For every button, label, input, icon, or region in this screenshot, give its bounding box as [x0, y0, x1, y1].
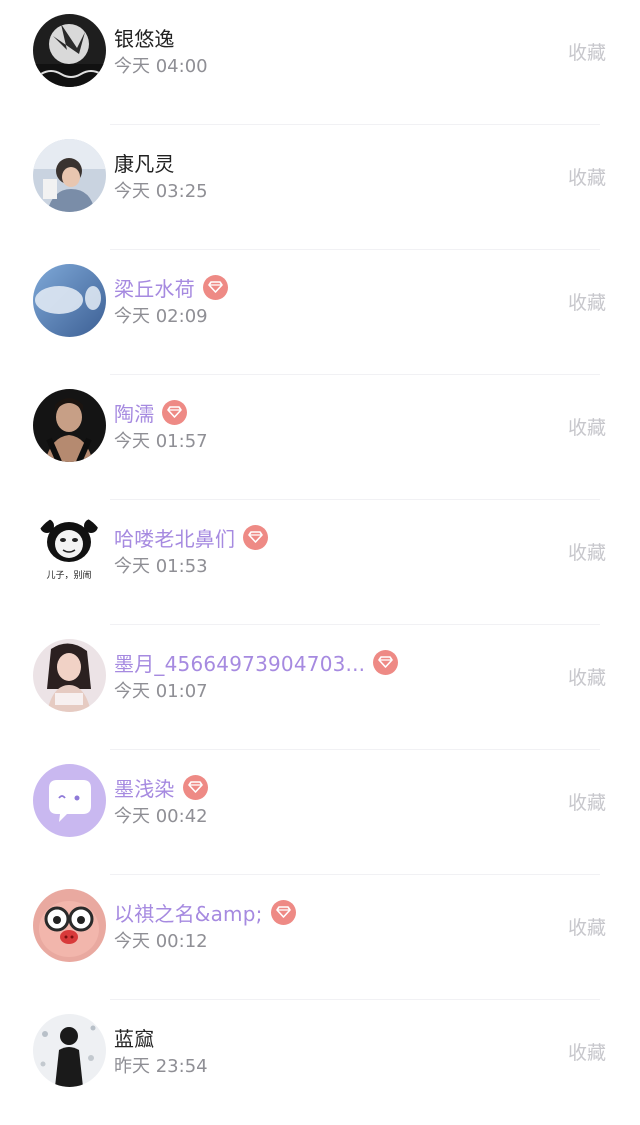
timestamp: 今天 01:07: [114, 681, 208, 702]
list-item[interactable]: 银悠逸 今天 04:00 收藏: [0, 0, 640, 125]
user-avatar[interactable]: [33, 764, 106, 837]
favorite-button[interactable]: 收藏: [568, 38, 606, 65]
list-item[interactable]: 儿子，别闹 哈喽老北鼻们 今天 01:53 收藏: [0, 500, 640, 625]
user-name: 蓝窳: [114, 1026, 155, 1051]
timestamp: 今天 00:42: [114, 806, 208, 827]
name-line: 蓝窳: [114, 1022, 154, 1052]
timestamp: 今天 01:53: [114, 556, 208, 577]
timestamp: 今天 03:25: [114, 181, 208, 202]
timestamp: 昨天 23:54: [114, 1056, 208, 1077]
name-line: 墨浅染: [114, 772, 208, 802]
diamond-icon: [270, 899, 296, 925]
name-line: 银悠逸: [114, 22, 175, 52]
user-name: 哈喽老北鼻们: [114, 526, 236, 551]
list-item[interactable]: 康凡灵 今天 03:25 收藏: [0, 125, 640, 250]
timestamp: 今天 01:57: [114, 431, 208, 452]
user-avatar[interactable]: [33, 889, 106, 962]
favorite-button[interactable]: 收藏: [568, 413, 606, 440]
favorite-button[interactable]: 收藏: [568, 538, 606, 565]
diamond-icon: [182, 774, 208, 800]
list-item[interactable]: 墨月_45664973904703... 今天 01:07 收藏: [0, 625, 640, 750]
user-name: 以祺之名&amp;: [114, 901, 263, 926]
user-name: 墨浅染: [114, 776, 175, 801]
user-avatar[interactable]: [33, 389, 106, 462]
name-line: 墨月_45664973904703...: [114, 647, 399, 677]
timestamp: 今天 04:00: [114, 56, 208, 77]
diamond-icon: [243, 524, 269, 550]
timestamp: 今天 00:12: [114, 931, 208, 952]
list-item[interactable]: 以祺之名&amp; 今天 00:12 收藏: [0, 875, 640, 1000]
favorite-button[interactable]: 收藏: [568, 663, 606, 690]
user-avatar[interactable]: [33, 639, 106, 712]
user-name: 墨月_45664973904703...: [114, 651, 366, 676]
list-item[interactable]: 陶濡 今天 01:57 收藏: [0, 375, 640, 500]
user-avatar[interactable]: [33, 264, 106, 337]
user-avatar[interactable]: 儿子，别闹: [33, 514, 106, 587]
name-line: 陶濡: [114, 397, 188, 427]
favorite-button[interactable]: 收藏: [568, 1038, 606, 1065]
name-line: 以祺之名&amp;: [114, 897, 296, 927]
user-list: 银悠逸 今天 04:00 收藏 康凡灵 今天 03:25 收藏 梁丘水荷 今天 …: [0, 0, 640, 1125]
list-item[interactable]: 墨浅染 今天 00:42 收藏: [0, 750, 640, 875]
name-line: 康凡灵: [114, 147, 175, 177]
favorite-button[interactable]: 收藏: [568, 163, 606, 190]
list-item[interactable]: 梁丘水荷 今天 02:09 收藏: [0, 250, 640, 375]
user-avatar[interactable]: [33, 14, 106, 87]
user-name: 梁丘水荷: [114, 276, 195, 301]
name-line: 梁丘水荷: [114, 272, 228, 302]
name-line: 哈喽老北鼻们: [114, 522, 269, 552]
timestamp: 今天 02:09: [114, 306, 208, 327]
user-avatar[interactable]: [33, 139, 106, 212]
diamond-icon: [202, 274, 228, 300]
list-item[interactable]: 蓝窳 昨天 23:54 收藏: [0, 1000, 640, 1125]
user-name: 康凡灵: [114, 151, 175, 176]
user-avatar[interactable]: [33, 1014, 106, 1087]
favorite-button[interactable]: 收藏: [568, 288, 606, 315]
diamond-icon: [162, 399, 188, 425]
panda-caption: 儿子，别闹: [46, 569, 91, 581]
diamond-icon: [373, 649, 399, 675]
favorite-button[interactable]: 收藏: [568, 913, 606, 940]
user-name: 银悠逸: [114, 26, 175, 51]
favorite-button[interactable]: 收藏: [568, 788, 606, 815]
user-name: 陶濡: [114, 401, 155, 426]
